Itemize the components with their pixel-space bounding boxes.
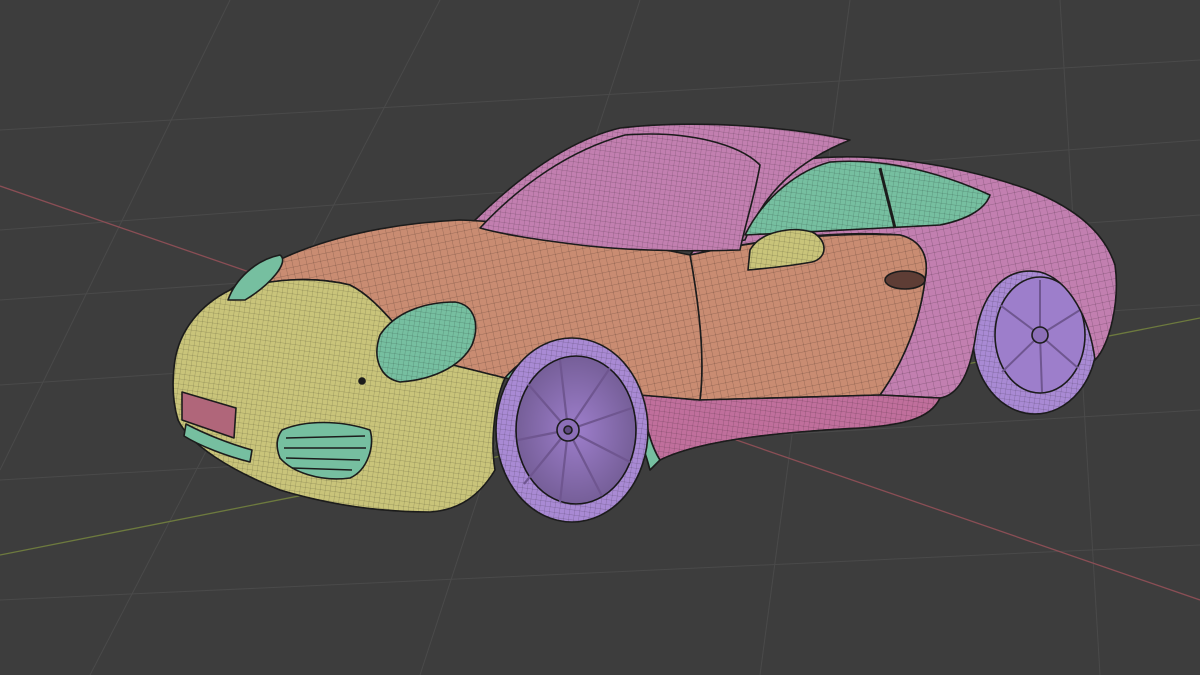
door-handle <box>884 270 926 290</box>
3d-viewport[interactable] <box>0 0 1200 675</box>
car-model[interactable] <box>172 123 1118 523</box>
front-wheel[interactable] <box>495 337 649 523</box>
viewport-canvas[interactable] <box>0 0 1200 675</box>
sensor-dot <box>358 377 366 385</box>
